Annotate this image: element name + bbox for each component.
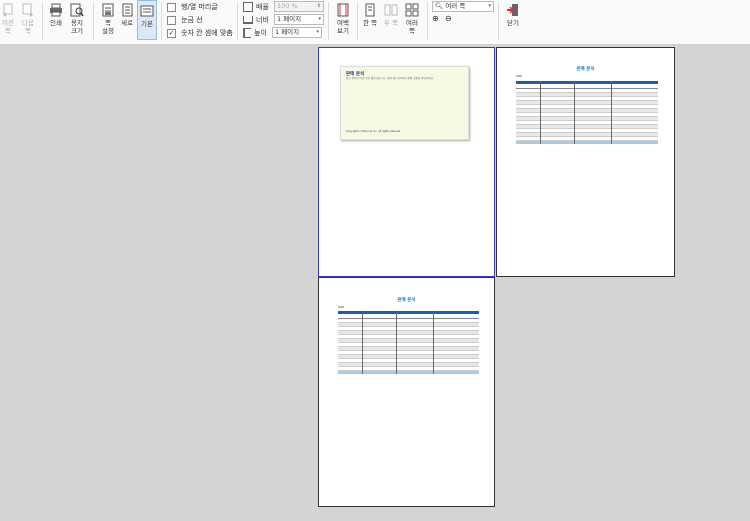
separator: [237, 2, 238, 40]
zoom-select[interactable]: 🔍︎ 여러 쪽 ▾: [432, 1, 494, 12]
margin-view-label: 여백 보기: [337, 19, 349, 35]
note-body: 월간 판매 분석을 위한 템플릿입니다. 데이터를 입력하여 판매 현황을 확인…: [346, 77, 434, 80]
one-page-icon: [363, 3, 377, 17]
zoom-out-icon[interactable]: ⊖: [445, 14, 452, 23]
note-footer: Copyright (c) Hancom Inc. All rights res…: [346, 130, 401, 133]
portrait-button[interactable]: 세로: [118, 0, 136, 27]
width-field: 너비 1 페이지 ▾: [243, 14, 324, 25]
paper-size-button[interactable]: 용지 크기: [67, 0, 87, 35]
gridlines-checkbox[interactable]: [167, 15, 176, 25]
margin-view-icon: [336, 3, 350, 17]
report-note: [516, 75, 522, 77]
multi-pages-label: 여러 쪽: [406, 19, 418, 35]
preview-page-3[interactable]: 판매 분석: [318, 277, 495, 507]
fit-numbers-label: 숫자 칸 셈에 맞춤: [181, 29, 233, 37]
fit-numbers-option[interactable]: ✓ 숫자 칸 셈에 맞춤: [167, 28, 233, 38]
separator: [328, 2, 329, 40]
gridlines-option[interactable]: 눈금 선: [167, 15, 203, 25]
separator: [93, 2, 94, 40]
height-select[interactable]: 1 페이지 ▾: [272, 27, 322, 38]
prev-page-label: 이전 쪽: [2, 19, 14, 35]
header-footer-label: 행/열 머리글: [181, 3, 218, 11]
height-icon: [243, 27, 251, 38]
width-label: 너비: [256, 15, 269, 24]
multi-pages-button[interactable]: 여러 쪽: [402, 0, 422, 35]
zoom-value: 여러 쪽: [445, 2, 466, 10]
print-button[interactable]: 인쇄: [46, 0, 66, 27]
scale-field: 배율 100 % ⇕: [243, 1, 324, 12]
prev-page-icon: [1, 3, 15, 17]
next-page-button[interactable]: 다음 쪽: [19, 0, 37, 35]
height-label: 높이: [254, 28, 267, 37]
default-view-label: 기본: [141, 20, 153, 28]
separator: [498, 2, 499, 40]
scale-label: 배율: [256, 2, 269, 11]
two-pages-icon: [384, 3, 398, 17]
height-field: 높이 1 페이지 ▾: [243, 27, 322, 38]
print-preview-ribbon: 이전 쪽 다음 쪽 인쇄 용지 크기 쪽 설정 세로 기본 행/열 머리글 눈금…: [0, 0, 750, 45]
close-preview-button[interactable]: 닫기: [503, 0, 523, 27]
page-setup-label: 쪽 설정: [102, 19, 114, 35]
width-select[interactable]: 1 페이지 ▾: [274, 14, 324, 25]
report-title: 판매 분석: [397, 298, 416, 303]
default-view-icon: [140, 4, 154, 18]
report-table: [338, 311, 479, 374]
preview-page-1[interactable]: 판매 분석 월간 판매 분석을 위한 템플릿입니다. 데이터를 입력하여 판매 …: [318, 47, 495, 277]
paper-size-label: 용지 크기: [71, 19, 83, 35]
note-box: 판매 분석 월간 판매 분석을 위한 템플릿입니다. 데이터를 입력하여 판매 …: [340, 66, 469, 140]
next-page-label: 다음 쪽: [22, 19, 34, 35]
next-page-icon: [21, 3, 35, 17]
two-pages-label: 두 쪽: [383, 19, 399, 27]
one-page-button[interactable]: 한 쪽: [360, 0, 380, 27]
preview-page-2[interactable]: 판매 분석: [496, 47, 675, 277]
portrait-label: 세로: [121, 19, 133, 27]
page-setup-button[interactable]: 쪽 설정: [98, 0, 118, 35]
gridlines-label: 눈금 선: [181, 16, 203, 24]
header-footer-checkbox[interactable]: [167, 2, 176, 12]
default-view-button[interactable]: 기본: [137, 0, 157, 40]
zoom-in-icon[interactable]: ⊕: [432, 14, 439, 23]
report-title: 판매 분석: [576, 67, 595, 72]
zoom-icon: 🔍︎: [435, 2, 446, 10]
separator: [427, 2, 428, 40]
fit-numbers-checkbox[interactable]: ✓: [167, 28, 176, 38]
paper-magnify-icon: [70, 3, 84, 17]
two-pages-button[interactable]: 두 쪽: [381, 0, 401, 27]
separator: [161, 2, 162, 40]
one-page-label: 한 쪽: [362, 19, 378, 27]
scale-icon: [243, 1, 253, 12]
header-footer-option[interactable]: 행/열 머리글: [167, 2, 218, 12]
printer-icon: [49, 3, 63, 17]
scale-input[interactable]: 100 % ⇕: [274, 1, 324, 12]
multi-pages-icon: [405, 3, 419, 17]
close-label: 닫기: [507, 19, 519, 27]
print-label: 인쇄: [50, 19, 62, 27]
separator: [42, 2, 43, 40]
page-setup-icon: [101, 3, 115, 17]
separator: [357, 2, 358, 40]
exit-door-icon: [506, 3, 520, 17]
report-table: [516, 81, 658, 144]
report-note: [338, 306, 344, 308]
margin-view-button[interactable]: 여백 보기: [333, 0, 353, 35]
width-icon: [243, 15, 253, 24]
prev-page-button[interactable]: 이전 쪽: [0, 0, 16, 35]
portrait-page-icon: [120, 3, 134, 17]
